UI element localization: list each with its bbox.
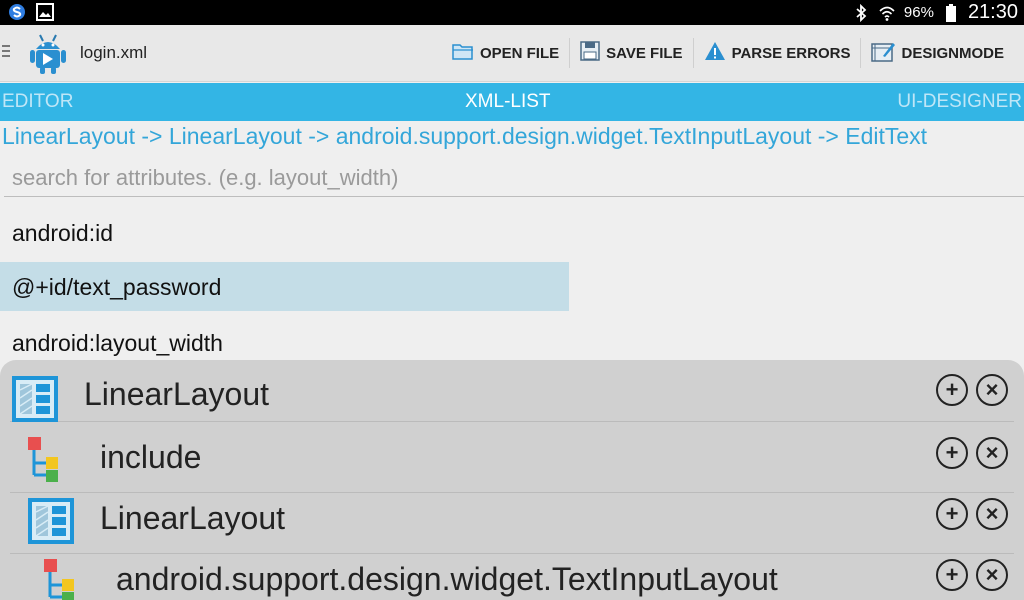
remove-node-button[interactable]: ×	[976, 374, 1008, 406]
linear-layout-icon	[12, 376, 58, 427]
wifi-icon	[878, 4, 896, 22]
tree-node-label: android.support.design.widget.TextInputL…	[116, 561, 778, 597]
layout-tree-panel: LinearLayout + × include + × LinearLayou…	[0, 360, 1024, 600]
attribute-name[interactable]: android:layout_width	[12, 330, 223, 357]
folder-icon	[452, 42, 474, 64]
tab-ui-designer[interactable]: UI-DESIGNER	[897, 91, 1022, 113]
tab-xml-list[interactable]: XML-LIST	[465, 91, 551, 113]
attribute-value: @+id/text_password	[12, 274, 222, 300]
remove-node-button[interactable]: ×	[976, 498, 1008, 530]
tree-node-label: LinearLayout	[100, 500, 286, 536]
gallery-icon	[36, 3, 54, 21]
design-mode-icon	[871, 40, 896, 66]
add-child-button[interactable]: +	[936, 498, 968, 530]
clock: 21:30	[967, 1, 1018, 23]
linear-layout-icon	[28, 498, 74, 549]
remove-node-button[interactable]: ×	[976, 559, 1008, 591]
add-child-button[interactable]: +	[936, 437, 968, 469]
attribute-value-row[interactable]: @+id/text_password	[0, 262, 569, 311]
warning-icon	[704, 41, 726, 65]
design-mode-button[interactable]: DESIGNMODE	[861, 25, 1014, 81]
sync-app-icon	[8, 3, 26, 21]
tree-node[interactable]: LinearLayout + ×	[10, 360, 1014, 422]
remove-node-button[interactable]: ×	[976, 437, 1008, 469]
attribute-name[interactable]: android:id	[12, 220, 113, 247]
battery-percent: 96%	[903, 4, 934, 21]
open-file-label: OPEN FILE	[479, 44, 560, 62]
search-input[interactable]	[4, 160, 1024, 197]
breadcrumb[interactable]: LinearLayout -> LinearLayout -> android.…	[2, 123, 927, 150]
file-title: login.xml	[80, 43, 148, 62]
open-file-button[interactable]: OPEN FILE	[442, 25, 569, 81]
tree-node-label: LinearLayout	[84, 376, 270, 412]
action-bar: login.xml OPEN FILE SAVE FILE PARSE ERRO…	[0, 25, 1024, 82]
tab-editor[interactable]: EDITOR	[2, 91, 73, 113]
tree-node[interactable]: android.support.design.widget.TextInputL…	[10, 553, 1014, 600]
save-file-label: SAVE FILE	[606, 44, 683, 62]
floppy-disk-icon	[580, 41, 600, 65]
battery-icon	[942, 3, 960, 22]
include-icon	[44, 559, 76, 600]
parse-errors-button[interactable]: PARSE ERRORS	[694, 25, 861, 81]
status-bar: 96% 21:30	[0, 0, 1024, 25]
parse-errors-label: PARSE ERRORS	[731, 44, 851, 62]
bluetooth-icon	[852, 3, 870, 22]
tree-node[interactable]: LinearLayout + ×	[10, 492, 1014, 554]
save-file-button[interactable]: SAVE FILE	[570, 25, 692, 81]
tree-node[interactable]: include + ×	[10, 431, 1014, 493]
tab-bar: EDITOR XML-LIST UI-DESIGNER	[0, 83, 1024, 121]
include-icon	[28, 437, 60, 488]
app-logo-icon[interactable]	[26, 31, 70, 75]
drawer-menu-icon[interactable]	[2, 45, 10, 60]
design-mode-label: DESIGNMODE	[901, 44, 1004, 62]
add-child-button[interactable]: +	[936, 374, 968, 406]
add-child-button[interactable]: +	[936, 559, 968, 591]
tree-node-label: include	[100, 439, 202, 475]
